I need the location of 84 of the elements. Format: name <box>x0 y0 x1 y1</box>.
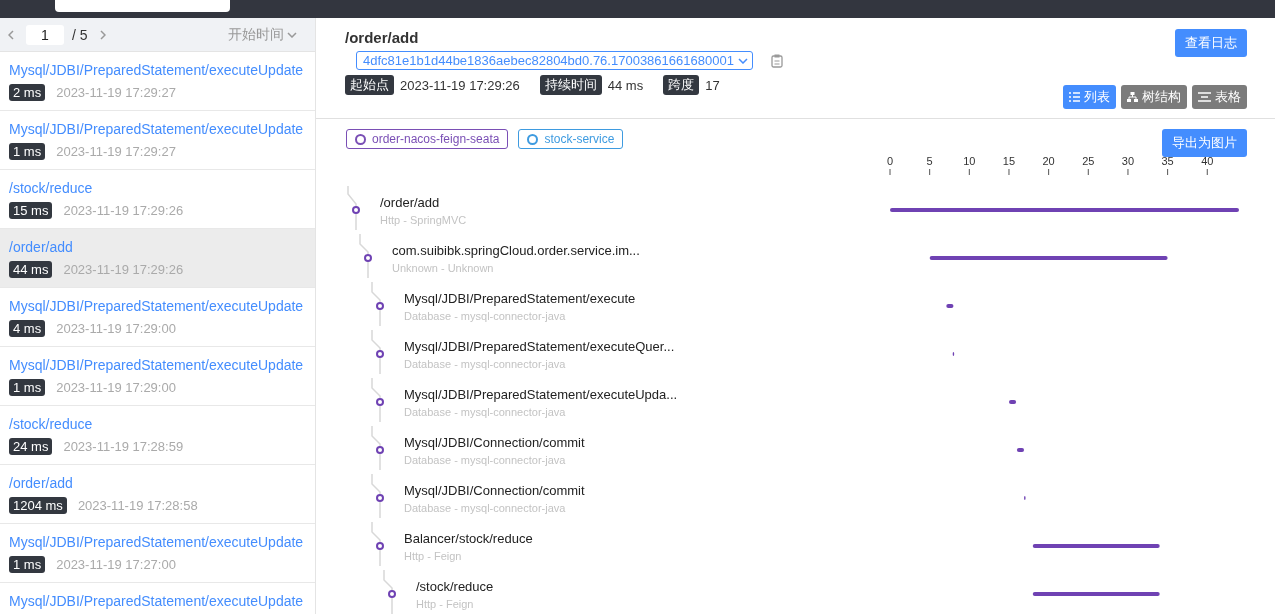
info-label: 起始点 <box>345 75 394 95</box>
span-type: Http - SpringMVC <box>380 213 467 226</box>
timeline-tick-mark <box>1008 168 1010 176</box>
info-label: 跨度 <box>663 75 700 95</box>
view-mode-button[interactable]: 表格 <box>1192 85 1247 109</box>
duration-badge: 15 ms <box>9 202 53 219</box>
timeline-tick-mark <box>1048 168 1050 176</box>
trace-time: 2023-11-19 17:28:58 <box>77 498 198 513</box>
view-mode-button[interactable]: 树结构 <box>1121 85 1187 109</box>
span-name[interactable]: Balancer/stock/reduce <box>404 530 533 546</box>
span-type: Unknown - Unknown <box>392 261 495 274</box>
trace-time: 2023-11-19 17:27:00 <box>56 557 176 572</box>
span-name[interactable]: /order/add <box>380 194 467 210</box>
duration-badge: 44 ms <box>9 261 53 278</box>
span-name[interactable]: Mysql/JDBI/Connection/commit <box>404 434 585 450</box>
trace-name: Mysql/JDBI/PreparedStatement/executeUpdate <box>9 298 305 314</box>
timeline-tick-label: 15 <box>1002 155 1016 167</box>
span-name[interactable]: Mysql/JDBI/PreparedStatement/execute <box>404 290 636 306</box>
trace-time: 2023-11-19 17:29:27 <box>56 144 176 159</box>
span-type: Database - mysql-connector-java <box>404 309 567 322</box>
timeline-tick-mark <box>1167 168 1169 176</box>
timeline-tick-label: 40 <box>1201 155 1214 167</box>
trace-name: /stock/reduce <box>9 180 94 196</box>
trace-name: Mysql/JDBI/PreparedStatement/executeUpdate <box>9 593 305 609</box>
list-icon <box>1069 92 1080 102</box>
timeline-tick-label: 20 <box>1042 155 1055 167</box>
trace-title: /order/add <box>345 29 420 46</box>
timeline-tick-label: 25 <box>1082 155 1095 167</box>
span-type: Database - mysql-connector-java <box>404 453 567 466</box>
hierarchy-icon <box>1127 92 1138 102</box>
timeline-tick-mark <box>968 168 970 176</box>
span-name[interactable]: com.suibibk.springCloud.order.service.im... <box>392 242 640 258</box>
timeline-tick-mark <box>1087 168 1089 176</box>
info-value: 44 ms <box>607 77 644 93</box>
chevron-down-icon <box>737 57 748 64</box>
span-type: Http - Feign <box>404 549 463 562</box>
timeline-tick-label: 0 <box>886 155 894 167</box>
chevron-down-icon <box>287 31 297 38</box>
duration-badge: 1 ms <box>9 143 46 160</box>
trace-name: Mysql/JDBI/PreparedStatement/executeUpdate <box>9 62 305 78</box>
trace-name: /order/add <box>9 239 74 255</box>
table-icon <box>1198 92 1211 102</box>
timeline-tick-label: 10 <box>963 155 976 167</box>
timeline-tick-mark <box>889 168 891 176</box>
trace-name: Mysql/JDBI/PreparedStatement/executeUpdate <box>9 121 305 137</box>
trace-name: /stock/reduce <box>9 416 94 432</box>
timeline-tick-label: 30 <box>1121 155 1135 167</box>
trace-time: 2023-11-19 17:29:00 <box>56 380 176 395</box>
span-type: Database - mysql-connector-java <box>404 501 567 514</box>
span-name[interactable]: Mysql/JDBI/Connection/commit <box>404 482 585 498</box>
span-name[interactable]: Mysql/JDBI/PreparedStatement/executeUpda... <box>404 386 678 402</box>
span-type: Database - mysql-connector-java <box>404 405 567 418</box>
span-type: Database - mysql-connector-java <box>404 357 567 370</box>
info-label: 持续时间 <box>539 75 602 95</box>
trace-time: 2023-11-19 17:29:26 <box>63 203 184 218</box>
search-field[interactable] <box>55 0 230 12</box>
duration-badge: 1204 ms <box>9 497 67 514</box>
trace-list-item[interactable]: /order/add 44 ms 2023-11-19 17:29:26 <box>0 229 315 288</box>
duration-badge: 4 ms <box>9 320 46 337</box>
span-type: Http - Feign <box>416 597 475 610</box>
trace-time: 2023-11-19 17:29:00 <box>56 321 176 336</box>
duration-badge: 1 ms <box>9 379 46 396</box>
trace-name: Mysql/JDBI/PreparedStatement/executeUpdate <box>9 534 305 550</box>
timeline-tick-mark <box>1127 168 1129 176</box>
info-value: 2023-11-19 17:29:26 <box>400 77 520 93</box>
info-value: 17 <box>705 77 720 93</box>
page-total: / 5 <box>72 26 88 43</box>
service-tag[interactable]: order-nacos-feign-seata <box>346 129 509 149</box>
duration-badge: 2 ms <box>9 84 46 101</box>
trace-time: 2023-11-19 17:28:59 <box>63 439 184 454</box>
timeline-tick-mark <box>1206 168 1208 176</box>
trace-time: 2023-11-19 17:29:26 <box>63 262 184 277</box>
duration-badge: 1 ms <box>9 556 46 573</box>
trace-name: /order/add <box>9 475 74 491</box>
page-input[interactable]: 1 <box>26 24 64 45</box>
duration-badge: 24 ms <box>9 438 53 455</box>
timeline-tick-label: 35 <box>1161 155 1174 167</box>
span-name[interactable]: Mysql/JDBI/PreparedStatement/executeQuer... <box>404 338 675 354</box>
span-name[interactable]: /stock/reduce <box>416 578 494 594</box>
trace-name: Mysql/JDBI/PreparedStatement/executeUpdate <box>9 357 305 373</box>
timeline-tick-label: 5 <box>926 155 933 167</box>
timeline-tick-mark <box>929 168 931 176</box>
trace-time: 2023-11-19 17:29:27 <box>56 85 176 100</box>
clipboard-icon[interactable] <box>770 53 783 68</box>
